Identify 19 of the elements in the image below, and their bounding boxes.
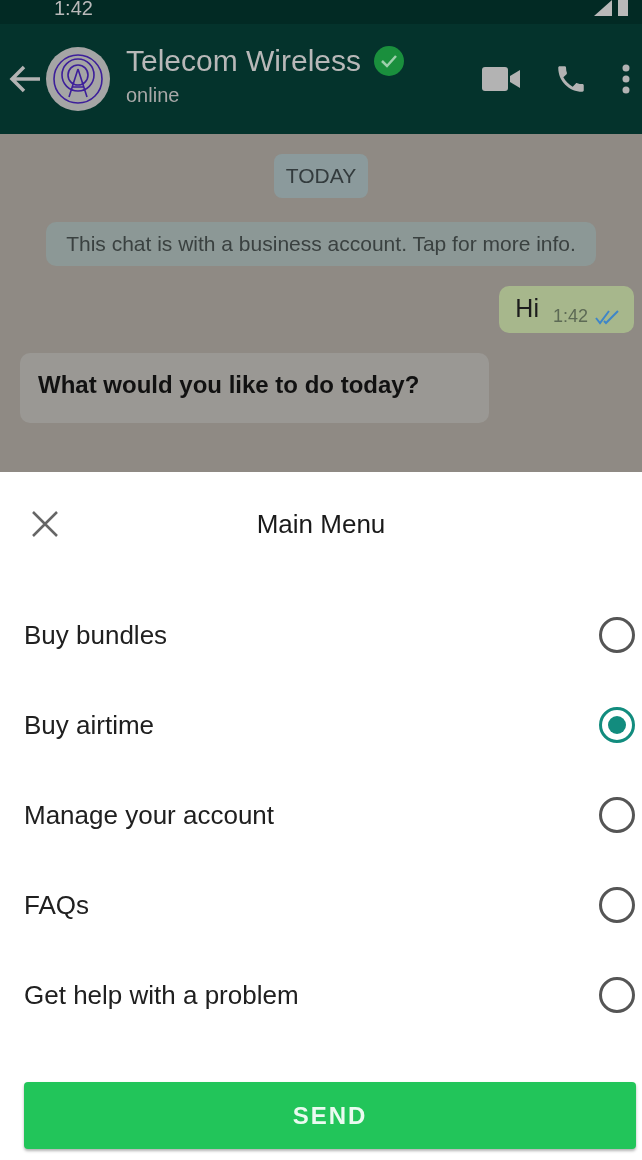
menu-option[interactable]: Buy airtime	[0, 680, 642, 770]
option-label: Buy airtime	[24, 709, 155, 741]
menu-option[interactable]: FAQs	[0, 860, 642, 950]
contact-name: Telecom Wireless	[126, 43, 362, 78]
menu-option[interactable]: Get help with a problem	[0, 950, 642, 1040]
option-label: Buy bundles	[24, 619, 168, 651]
menu-option[interactable]: Manage your account	[0, 770, 642, 860]
date-chip: TODAY	[273, 154, 369, 198]
option-label: Get help with a problem	[24, 979, 299, 1011]
option-label: FAQs	[24, 889, 89, 921]
menu-option[interactable]: Buy bundles	[0, 590, 642, 680]
sheet-title: Main Menu	[256, 508, 386, 540]
contact-status: online	[126, 83, 181, 107]
message-text: What would you like to do today?	[38, 371, 420, 398]
message-time: 1:42	[552, 306, 588, 327]
message-text: Hi	[515, 294, 539, 323]
business-notice[interactable]: This chat is with a business account. Tap for more info.	[46, 222, 596, 266]
option-label: Manage your account	[24, 799, 275, 831]
status-time: 1:42	[54, 0, 93, 20]
